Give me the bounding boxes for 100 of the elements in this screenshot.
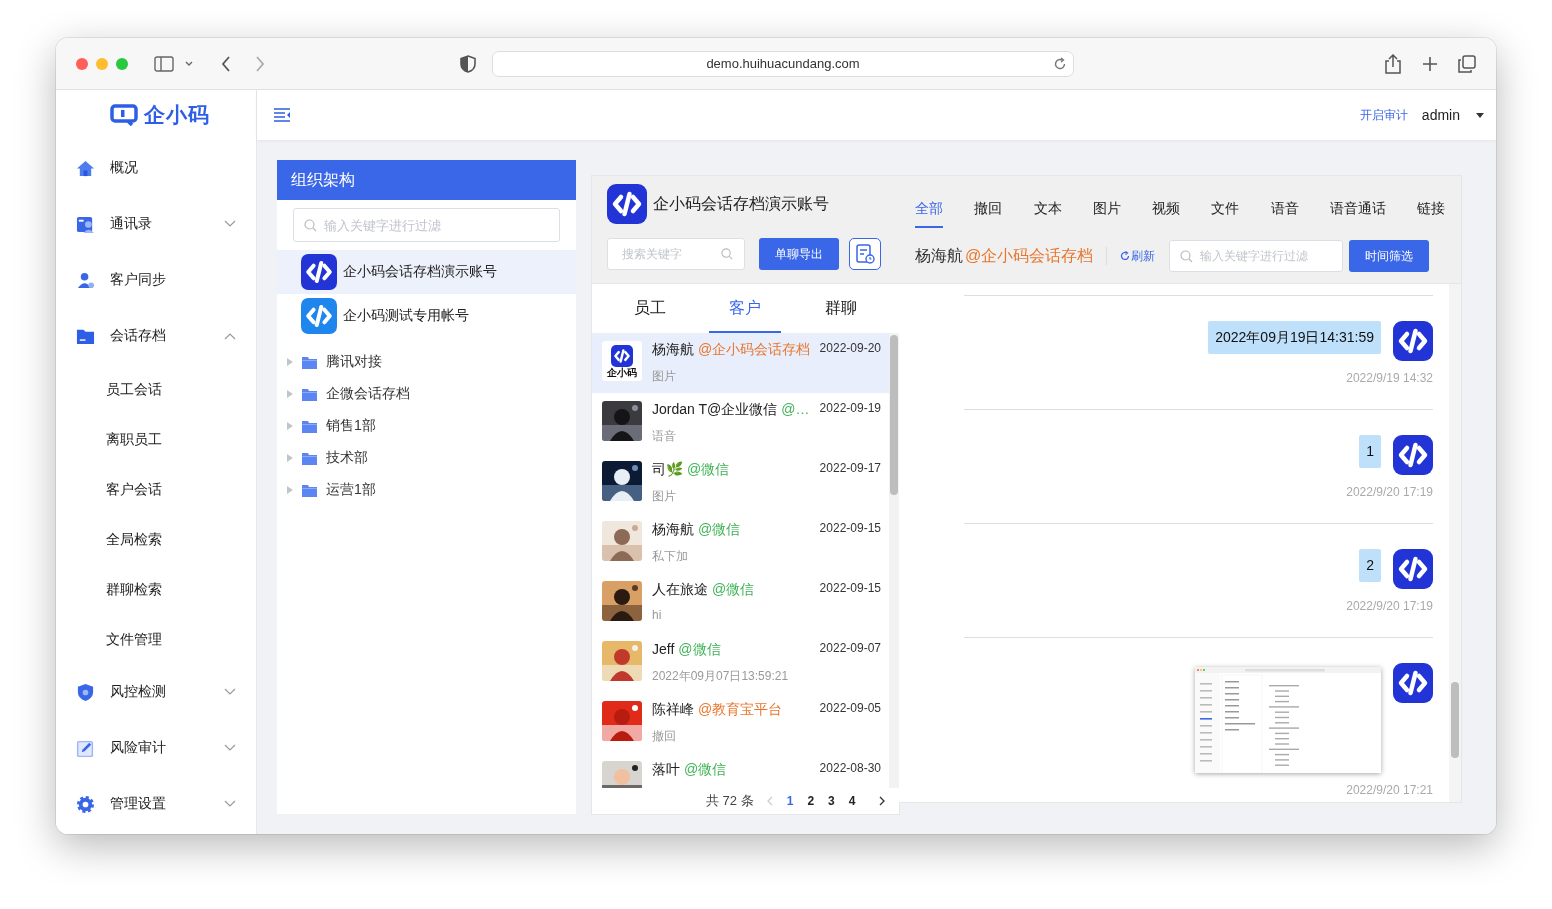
tab[interactable]: 视频 (1152, 200, 1180, 228)
caret-icon (1476, 112, 1484, 118)
contact-name: 杨海航 (652, 341, 694, 359)
nav-subitem[interactable]: 客户会话 (56, 464, 256, 514)
tab[interactable]: 图片 (1092, 200, 1121, 228)
zoom-button[interactable] (116, 57, 128, 70)
tree-node[interactable]: 企微会话存档 (277, 378, 576, 410)
privacy-shield-icon[interactable] (460, 54, 476, 73)
search-field[interactable]: 输入关键字进行过滤 (293, 208, 560, 242)
time-filter-button[interactable]: 时间筛选 (1349, 240, 1430, 272)
tab[interactable]: 文本 (1033, 200, 1062, 228)
logo-icon (301, 298, 337, 334)
refresh-link[interactable]: 刷新 (1120, 247, 1156, 265)
sidebar-toggle-icon[interactable] (154, 55, 174, 72)
account-item[interactable]: 企小码会话存档演示账号 (277, 250, 576, 294)
message-bubble: 1 (1359, 435, 1381, 468)
tab[interactable]: 文件 (1211, 200, 1240, 228)
message-time: 2022/9/20 17:21 (1345, 783, 1433, 797)
close-button[interactable] (76, 57, 88, 70)
tree-node[interactable]: 运营1部 (277, 474, 576, 506)
account-name: 企小码会话存档演示账号 (653, 193, 829, 214)
nav-subitem[interactable]: 群聊检索 (56, 564, 256, 614)
tab[interactable]: 链接 (1417, 200, 1445, 228)
contact-card-icon (76, 214, 95, 234)
tree-node[interactable]: 技术部 (277, 442, 576, 474)
history-button[interactable] (849, 238, 881, 270)
tabs-overview-icon[interactable] (1458, 54, 1476, 73)
next-page-icon[interactable] (879, 796, 887, 806)
tab[interactable]: 员工 (613, 284, 686, 333)
scrollbar[interactable] (1449, 284, 1461, 802)
user-menu[interactable]: admin (1421, 107, 1460, 123)
nav-subitem[interactable]: 全局检索 (56, 514, 256, 564)
search-field[interactable]: 搜索关键字 (607, 238, 745, 270)
edit-icon (76, 738, 95, 758)
page-link[interactable]: 4 (848, 794, 856, 808)
message-time: 2022/9/20 17:19 (1345, 599, 1433, 613)
nav-item[interactable]: 概况 (56, 140, 256, 196)
forward-icon[interactable] (254, 54, 266, 73)
folder-icon (302, 483, 317, 497)
audit-link[interactable]: 开启审计 (1359, 106, 1408, 124)
sender-avatar-icon (1393, 549, 1433, 589)
message-preview: 图片 (652, 368, 677, 385)
scrollbar-thumb[interactable] (890, 335, 898, 495)
chat-item[interactable]: 企小码 杨海航 @企小码会话存档 图片 2022-09-20 (592, 333, 889, 393)
back-icon[interactable] (220, 54, 232, 73)
page-link[interactable]: 1 (786, 794, 794, 808)
search-field[interactable]: 输入关键字进行过滤 (1169, 240, 1344, 272)
share-icon[interactable] (1384, 53, 1402, 74)
contact-tag: @微信 (678, 641, 721, 659)
nav-item[interactable]: 风控检测 (56, 664, 256, 720)
document-clock-icon (855, 244, 875, 264)
chat-item[interactable]: Jeff @微信 2022年09月07日13:59:21 2022-09-07 (592, 633, 889, 693)
tab[interactable]: 群聊 (805, 284, 878, 333)
chat-item[interactable]: Jordan T@企业微信 @… 语音 2022-09-19 (592, 393, 889, 453)
nav-item[interactable]: 会话存档 (56, 308, 256, 364)
address-bar[interactable]: demo.huihuacundang.com (492, 50, 1074, 77)
nav-item[interactable]: 通讯录 (56, 196, 256, 252)
chat-date: 2022-08-30 (819, 761, 881, 775)
menu-fold-icon[interactable] (273, 107, 291, 123)
tree-node[interactable]: 销售1部 (277, 410, 576, 442)
tab[interactable]: 语音通话 (1329, 200, 1386, 228)
contact-tag: @企小码会话存档 (698, 341, 811, 359)
scrollbar[interactable] (889, 333, 899, 788)
chat-item[interactable]: 落叶 @微信 2022-08-30 (592, 753, 889, 788)
nav-item[interactable]: 风险审计 (56, 720, 256, 776)
chat-date: 2022-09-19 (819, 401, 881, 415)
contact-name: 落叶 (652, 761, 680, 779)
page-link[interactable]: 3 (828, 794, 835, 808)
account-item[interactable]: 企小码测试专用帐号 (277, 294, 576, 338)
message-time: 2022/9/19 14:32 (1345, 371, 1433, 385)
folder-icon (302, 355, 317, 369)
contact-tag: @教育宝平台 (698, 701, 783, 719)
export-button[interactable]: 单聊导出 (759, 238, 839, 270)
message-preview: 私下加 (652, 548, 689, 565)
contact-tag: @… (781, 401, 810, 419)
screenshot-thumbnail[interactable] (1195, 667, 1381, 773)
chat-item[interactable]: 杨海航 @微信 私下加 2022-09-15 (592, 513, 889, 573)
new-tab-icon[interactable] (1422, 55, 1438, 72)
folder-icon (302, 451, 317, 465)
chevron-down-icon[interactable] (184, 59, 194, 68)
chat-item[interactable]: 人在旅途 @微信 hi 2022-09-15 (592, 573, 889, 633)
nav-subitem[interactable]: 文件管理 (56, 614, 256, 664)
chat-item[interactable]: 陈祥峰 @教育宝平台 撤回 2022-09-05 (592, 693, 889, 753)
contact-tag: @微信 (698, 521, 741, 539)
nav-subitem[interactable]: 离职员工 (56, 414, 256, 464)
nav-item[interactable]: 客户同步 (56, 252, 256, 308)
nav-subitem[interactable]: 员工会话 (56, 364, 256, 414)
reload-icon[interactable] (1053, 56, 1067, 71)
chat-date: 2022-09-15 (819, 581, 881, 595)
tab[interactable]: 全部 (915, 200, 943, 228)
scrollbar-thumb[interactable] (1451, 682, 1459, 758)
chat-date: 2022-09-20 (819, 341, 881, 355)
chat-item[interactable]: 司🌿 @微信 图片 2022-09-17 (592, 453, 889, 513)
tab[interactable]: 撤回 (974, 200, 1003, 228)
page-link[interactable]: 2 (807, 794, 815, 808)
message-bubble: 2 (1359, 549, 1381, 582)
tab[interactable]: 语音 (1270, 200, 1299, 228)
contact-name: 杨海航 (915, 245, 963, 266)
tree-node[interactable]: 腾讯对接 (277, 346, 576, 378)
nav-item[interactable]: 管理设置 (56, 776, 256, 832)
